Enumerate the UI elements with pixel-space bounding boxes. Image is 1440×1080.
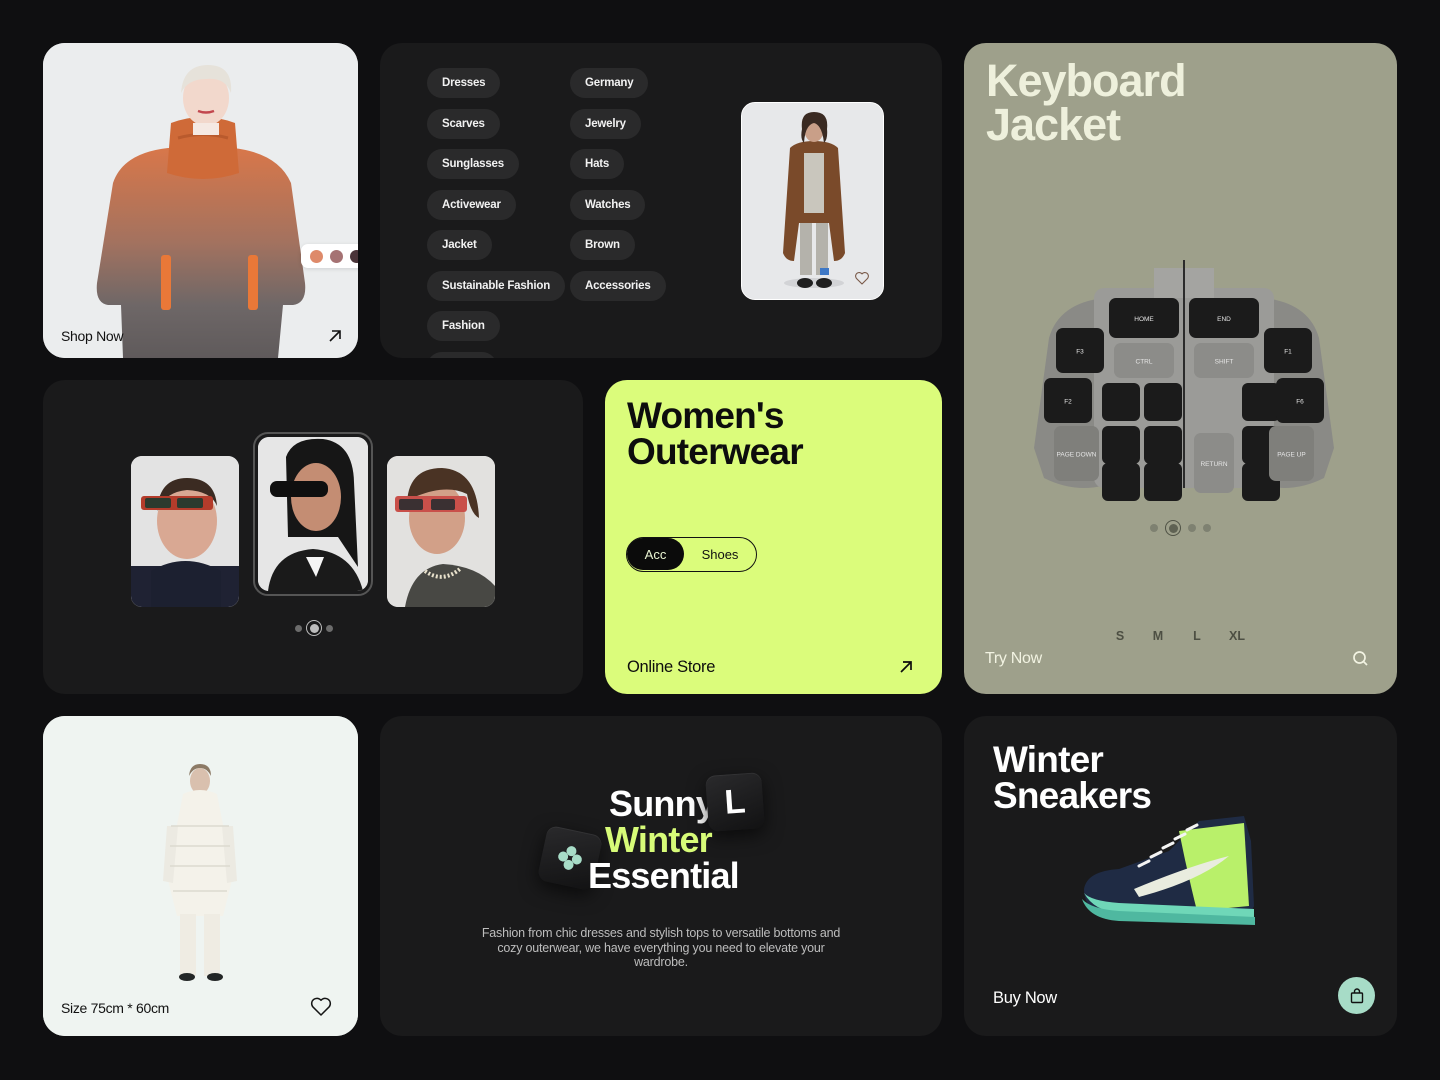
headline-line-2: Winter [605, 819, 713, 860]
carousel-dot[interactable] [1203, 524, 1211, 532]
womens-outerwear-card[interactable]: Women's Outerwear Acc Shoes Online Store [605, 380, 942, 694]
swatch-orange[interactable] [309, 249, 323, 263]
category-chip[interactable]: Sunglasses [427, 149, 519, 179]
swatch-mauve[interactable] [329, 249, 343, 263]
carousel-dot[interactable] [1150, 524, 1158, 532]
four-dots-icon [558, 846, 582, 870]
carousel-dot-active-fill [309, 623, 319, 633]
carousel-dot[interactable] [1188, 524, 1196, 532]
jacket-key [1144, 426, 1182, 464]
heart-icon[interactable] [309, 994, 333, 1018]
search-icon[interactable] [1352, 650, 1369, 667]
category-toggle: Acc Shoes [626, 537, 757, 572]
category-chip[interactable]: Germany [570, 68, 649, 98]
jacket-carousel-dots [1150, 520, 1211, 536]
carousel-dot-active-fill [1168, 523, 1178, 533]
carousel-dot[interactable] [295, 624, 302, 632]
category-chip[interactable]: Accessories [570, 270, 666, 301]
category-chip[interactable]: Watches [570, 189, 646, 220]
keyboard-jacket-title: Keyboard Jacket [986, 55, 1187, 150]
man-red-sunglasses-image [131, 456, 239, 607]
jacket-key-label: F2 [1064, 399, 1072, 406]
heart-icon[interactable] [853, 269, 871, 287]
arrow-up-right-icon[interactable] [327, 328, 343, 344]
size-option-s[interactable]: S [1116, 629, 1124, 643]
keycap-letter: L [705, 772, 765, 832]
carousel-dot[interactable] [326, 624, 333, 632]
keyboard-jacket-card[interactable]: Keyboard Jacket HOME END CTRL SHIFT F3 F2 F1 F6… [964, 43, 1397, 694]
jacket-key [1242, 383, 1280, 421]
jacket-key-label: F3 [1076, 349, 1084, 356]
sunny-winter-card: Sunny L Winter Essential Fashion from ch… [380, 716, 942, 1036]
jacket-key [1144, 383, 1182, 421]
jacket-key [1102, 383, 1140, 421]
winter-sneakers-card[interactable]: Winter Sneakers Buy Now [964, 716, 1397, 1036]
category-chip[interactable]: Brown [570, 230, 635, 260]
sunglasses-slide-1[interactable] [131, 456, 239, 607]
category-chip[interactable]: Fashion [427, 311, 500, 341]
jacket-key-label: F6 [1296, 399, 1304, 406]
shop-now-card[interactable]: Shop Now [43, 43, 358, 358]
winter-sneakers-title: Winter Sneakers [993, 739, 1152, 816]
category-chip[interactable]: Jacket [427, 230, 492, 260]
jacket-key-label: CTRL [1136, 359, 1153, 366]
jacket-key-label: RETURN [1200, 461, 1227, 468]
size-option-m[interactable]: M [1153, 629, 1163, 643]
jacket-key [1144, 463, 1182, 501]
description-text: Fashion from chic dresses and stylish to… [481, 926, 841, 969]
size-label: Size 75cm * 60cm [61, 1000, 170, 1016]
category-chip[interactable]: Scarves [427, 108, 500, 139]
womens-outerwear-title: Women's Outerwear [627, 395, 804, 472]
jacket-key-label: F1 [1284, 349, 1292, 356]
shopping-bag-icon [1350, 987, 1363, 1003]
try-now-link[interactable]: Try Now [985, 650, 1042, 668]
jacket-key-label: PAGE UP [1277, 452, 1305, 459]
sunglasses-carousel-card [43, 380, 583, 694]
online-store-link[interactable]: Online Store [627, 658, 715, 677]
headline-line-1: Sunny [609, 783, 716, 824]
category-chip[interactable]: Jewelry [570, 108, 641, 139]
shop-now-link[interactable]: Shop Now [61, 328, 124, 344]
add-to-bag-button[interactable] [1338, 977, 1375, 1014]
size-option-xl[interactable]: XL [1229, 629, 1245, 643]
keyboard-jacket-image: HOME END CTRL SHIFT F3 F2 F1 F6 RETURN PAGE DOWN P… [1034, 260, 1334, 501]
category-chip[interactable]: Activewear [427, 189, 516, 220]
jacket-key-label: SHIFT [1215, 359, 1234, 366]
toggle-option-shoes[interactable]: Shoes [684, 538, 756, 570]
category-chip-partial[interactable] [427, 352, 497, 358]
product-thumbnail[interactable] [741, 102, 884, 300]
toggle-option-acc[interactable]: Acc [627, 538, 684, 570]
category-chip[interactable]: Hats [570, 149, 625, 179]
sunglasses-slide-3[interactable] [387, 456, 495, 607]
category-chip[interactable]: Dresses [427, 68, 501, 98]
jacket-key-label: END [1217, 316, 1231, 323]
carousel-dot-active[interactable] [1165, 520, 1181, 536]
jacket-key [1102, 426, 1140, 464]
woman-black-sunglasses-image [258, 437, 368, 591]
arrow-up-right-icon[interactable] [898, 659, 914, 675]
swatch-plum[interactable] [350, 249, 358, 263]
buy-now-link[interactable]: Buy Now [993, 989, 1057, 1008]
sunglasses-carousel-dots [295, 620, 333, 636]
sneaker-image [1082, 816, 1255, 925]
category-chip[interactable]: Sustainable Fashion [427, 270, 566, 301]
white-puffer-coat-model-image [43, 716, 358, 1036]
categories-card: Dresses Scarves Sunglasses Activewear Jacket… [380, 43, 942, 358]
white-coat-card[interactable]: Size 75cm * 60cm [43, 716, 358, 1036]
jacket-key-label: PAGE DOWN [1057, 452, 1097, 459]
jacket-key [1102, 463, 1140, 501]
headline-line-3: Essential [588, 855, 740, 896]
carousel-dot-active[interactable] [306, 620, 322, 636]
puffer-jacket-model-image [43, 43, 358, 358]
size-option-l[interactable]: L [1193, 629, 1201, 643]
man-orange-sunglasses-image [387, 456, 495, 607]
color-swatches [301, 244, 358, 268]
jacket-key-label: HOME [1134, 316, 1154, 323]
sunglasses-slide-2[interactable] [258, 437, 368, 591]
